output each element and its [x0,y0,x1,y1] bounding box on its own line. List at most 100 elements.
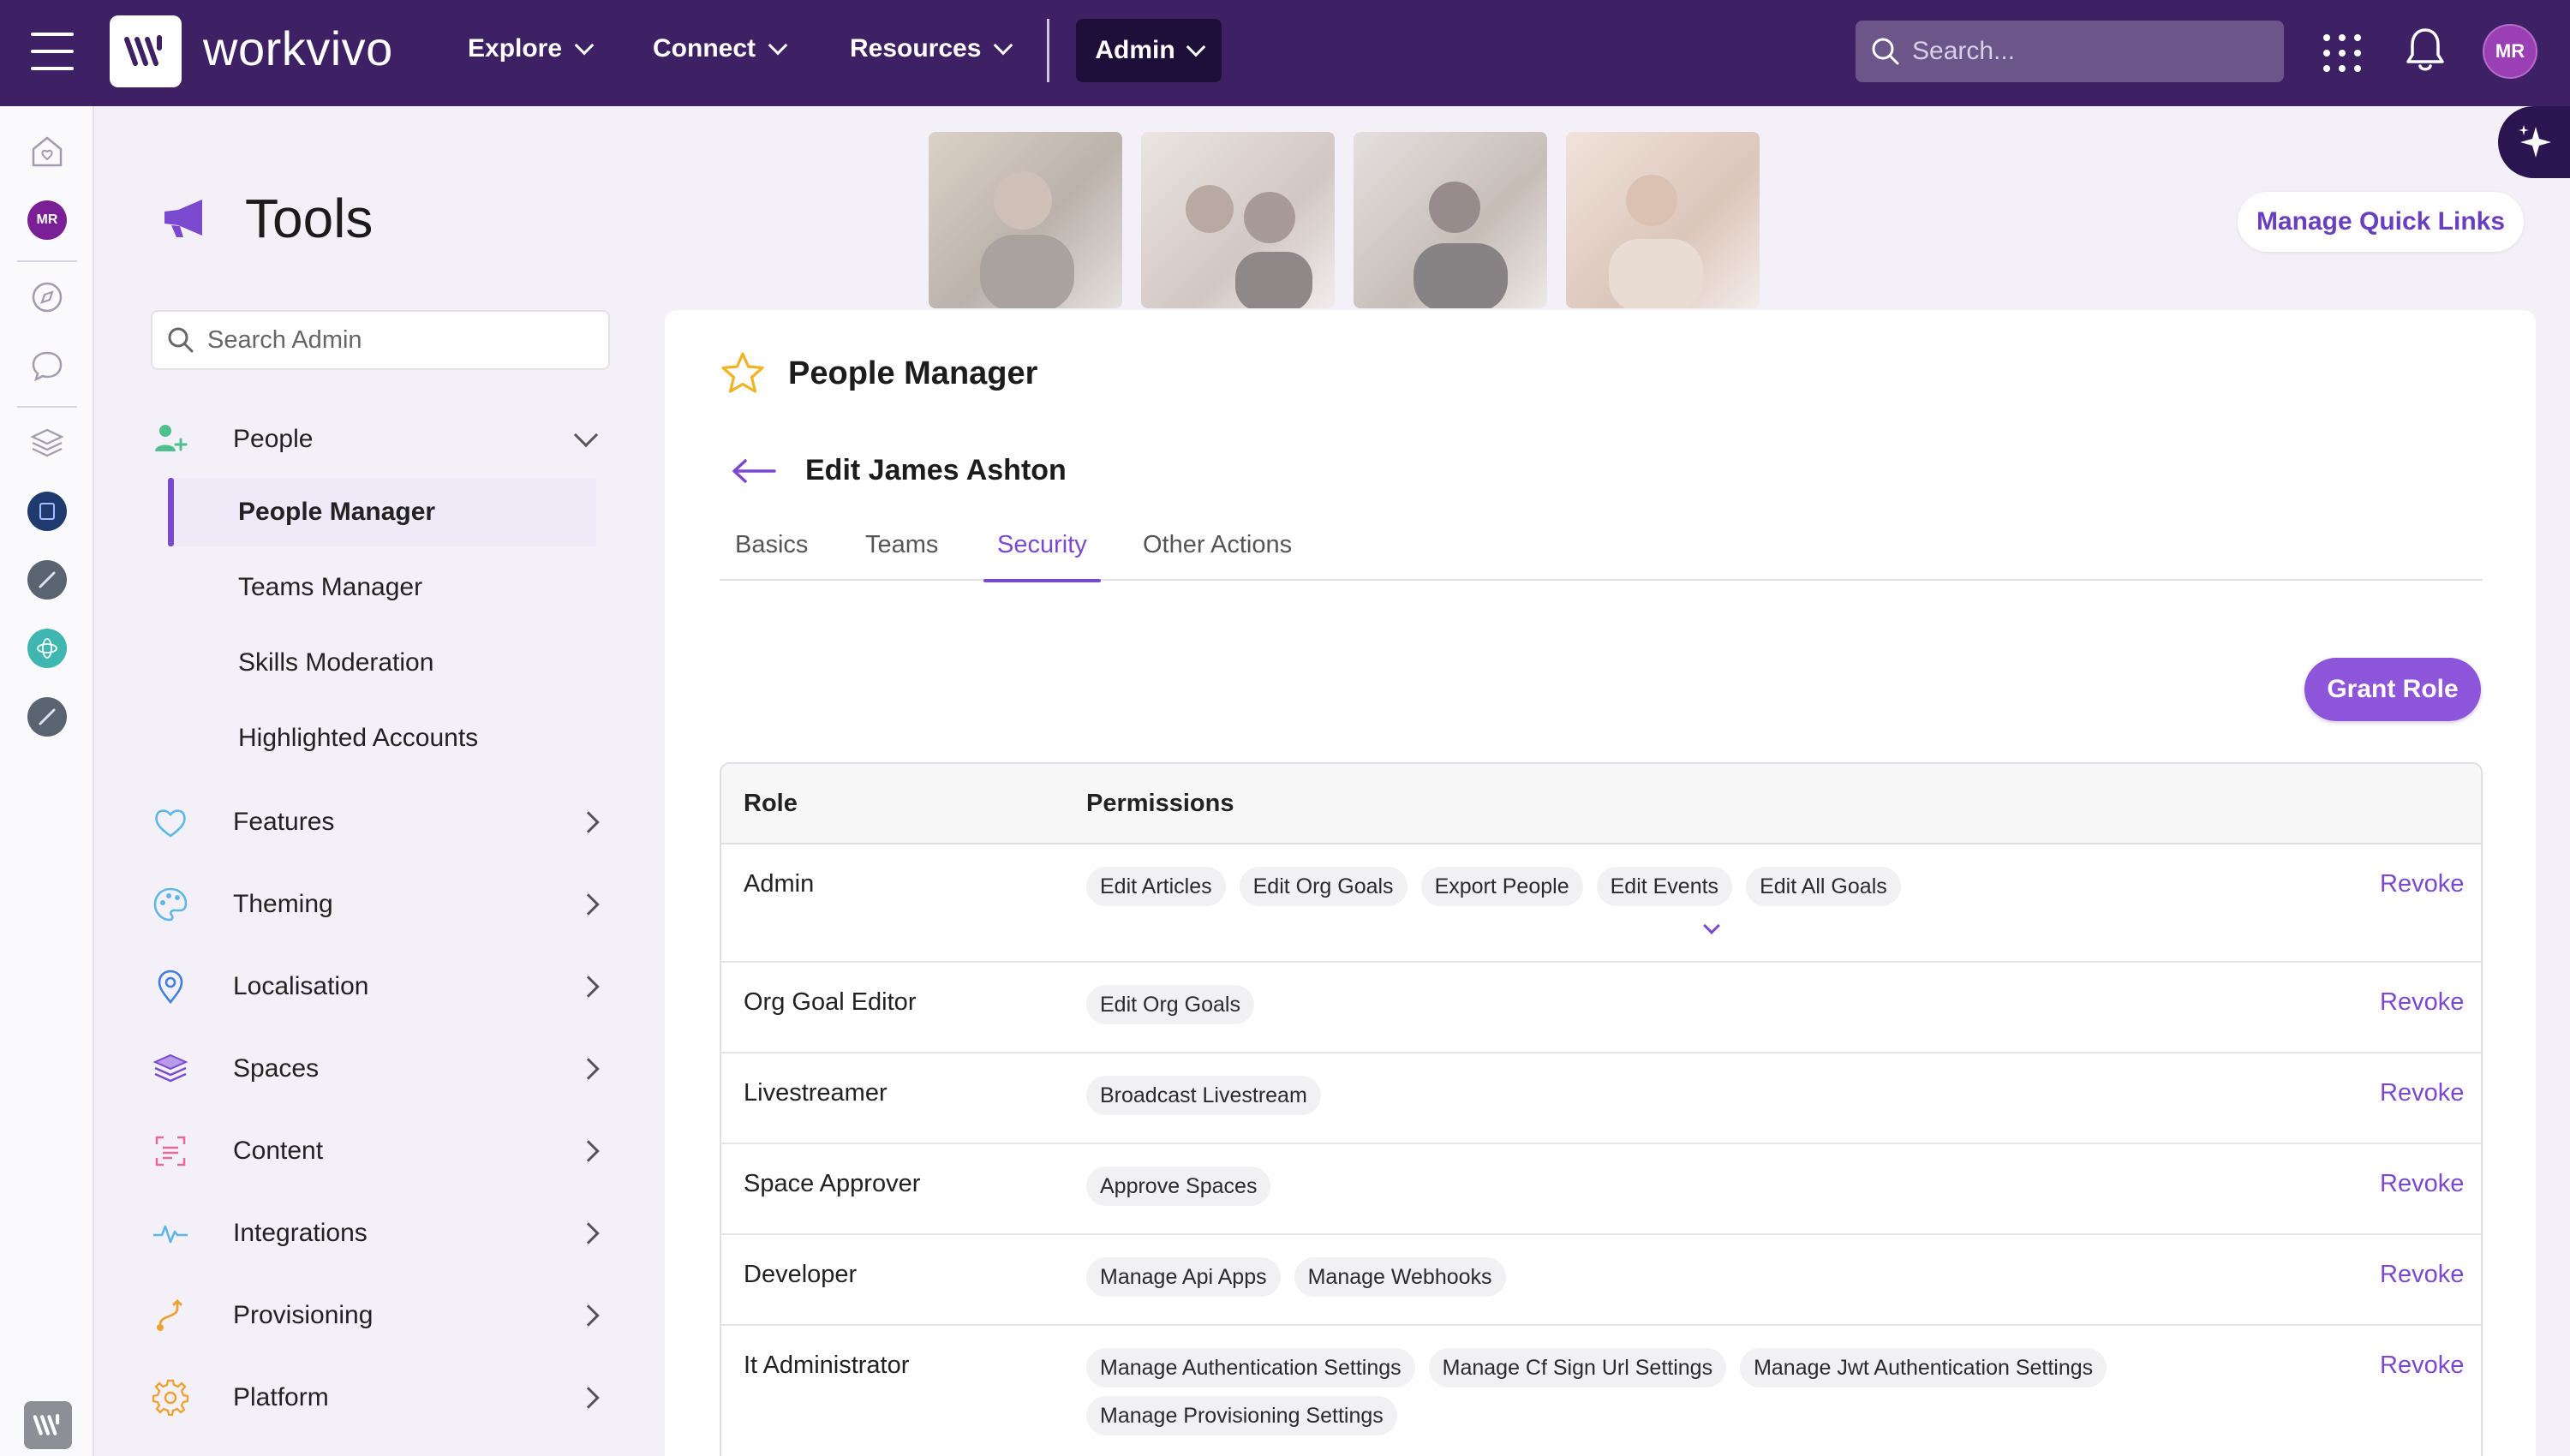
layers-icon [151,1049,190,1089]
sidebar-section-features[interactable]: Features [151,792,613,852]
compass-icon[interactable] [27,277,67,317]
hamburger-menu-icon[interactable] [31,33,74,70]
role-name: It Administrator [744,1352,910,1379]
notification-bell-icon[interactable] [2404,26,2447,78]
sidebar-item-people-manager[interactable]: People Manager [168,478,596,546]
pulse-icon [151,1214,190,1253]
brand-name: workvivo [203,21,393,75]
admin-search-input[interactable] [207,325,584,355]
chevron-right-icon [577,1140,600,1162]
back-arrow-icon[interactable] [732,458,776,484]
sidebar-section-integrations[interactable]: Integrations [151,1203,613,1263]
chevron-down-icon [768,35,788,56]
apps-grid-icon[interactable] [2323,34,2361,72]
table-row: Space Approver Approve Spaces Revoke [721,1144,2481,1235]
permission-chip: Manage Jwt Authentication Settings [1740,1348,2107,1387]
workvivo-logo[interactable] [110,15,182,87]
sidebar-section-provisioning[interactable]: Provisioning [151,1286,613,1346]
rail-avatar[interactable]: MR [27,200,67,240]
sidebar-section-label: People [233,425,314,453]
tab-teams[interactable]: Teams [865,526,938,581]
revoke-link[interactable]: Revoke [2380,1261,2464,1289]
admin-search[interactable] [151,310,610,370]
content-scan-icon [151,1131,190,1171]
nav-admin-button[interactable]: Admin [1076,19,1222,82]
chat-bubble-icon[interactable] [27,346,67,385]
nav-connect[interactable]: Connect [653,34,788,63]
permission-chip: Edit All Goals [1746,867,1901,906]
expand-permissions-chevron-icon[interactable] [1703,917,1720,934]
revoke-link[interactable]: Revoke [2380,988,2464,1017]
nav-explore-label: Explore [468,34,563,63]
column-header-role: Role [744,790,798,817]
workvivo-rail-logo[interactable] [24,1401,72,1449]
layers-icon[interactable] [27,423,67,462]
role-name: Livestreamer [744,1079,888,1107]
sidebar-section-label: Features [233,808,335,836]
sidebar-section-label: Spaces [233,1054,320,1083]
header-photo [929,132,1122,308]
sidebar-section-localisation[interactable]: Localisation [151,957,613,1017]
left-rail: MR [0,106,94,1456]
permission-chip: Manage Provisioning Settings [1086,1396,1397,1435]
manage-quick-links-button[interactable]: Manage Quick Links [2238,192,2524,252]
permission-chip: Approve Spaces [1086,1167,1271,1206]
rail-divider [17,260,77,262]
space-avatar-icon[interactable] [27,492,67,531]
role-name: Developer [744,1261,858,1288]
user-avatar[interactable]: MR [2483,24,2537,79]
edit-user-title: Edit James Ashton [805,454,1067,486]
table-row: Org Goal Editor Edit Org Goals Revoke [721,963,2481,1053]
table-row: Admin Edit Articles Edit Org Goals Expor… [721,844,2481,963]
table-row: Developer Manage Api Apps Manage Webhook… [721,1235,2481,1326]
nav-divider [1047,19,1049,82]
star-icon[interactable] [720,351,766,396]
role-name: Space Approver [744,1170,921,1197]
atom-space-icon[interactable] [27,629,67,668]
sidebar-section-content[interactable]: Content [151,1121,613,1181]
roles-table: Role Permissions Admin Edit Articles Edi… [720,762,2483,1456]
revoke-link[interactable]: Revoke [2380,1170,2464,1198]
nav-resources-label: Resources [850,34,982,63]
global-search-input[interactable] [1912,37,2272,66]
sidebar-section-spaces[interactable]: Spaces [151,1039,613,1099]
global-search[interactable] [1856,21,2284,82]
revoke-link[interactable]: Revoke [2380,1352,2464,1380]
permission-chip: Edit Events [1596,867,1733,906]
permission-chip: Edit Articles [1086,867,1226,906]
megaphone-icon [164,200,202,237]
sidebar-section-people[interactable]: People [151,409,613,469]
person-add-icon [151,420,190,459]
permission-list: Manage Authentication Settings Manage Cf… [1086,1348,2243,1435]
ai-sparkle-icon[interactable] [2498,106,2570,178]
home-heart-icon[interactable] [27,132,67,171]
tab-bar: Basics Teams Security Other Actions [720,526,2483,582]
table-header: Role Permissions [721,764,2481,844]
nav-explore[interactable]: Explore [468,34,595,63]
chevron-right-icon [577,976,600,998]
tab-basics[interactable]: Basics [735,526,808,581]
revoke-link[interactable]: Revoke [2380,1079,2464,1107]
permission-list: Edit Articles Edit Org Goals Export Peop… [1086,867,2243,906]
revoke-link[interactable]: Revoke [2380,870,2464,898]
search-icon [1872,38,1899,65]
chevron-down-icon [994,35,1013,56]
header-photo [1354,132,1547,308]
nav-connect-label: Connect [653,34,756,63]
grant-role-button[interactable]: Grant Role [2304,658,2481,721]
sidebar-item-skills-moderation[interactable]: Skills Moderation [168,629,596,697]
tab-security[interactable]: Security [983,526,1101,582]
nav-resources[interactable]: Resources [850,34,1013,63]
sidebar-section-platform[interactable]: Platform [151,1368,613,1428]
permission-list: Approve Spaces [1086,1167,2243,1206]
sidebar-item-teams-manager[interactable]: Teams Manager [168,553,596,622]
sidebar-item-highlighted-accounts[interactable]: Highlighted Accounts [168,704,596,773]
tab-other-actions[interactable]: Other Actions [1143,526,1292,581]
tool-space-icon-2[interactable] [27,697,67,737]
sidebar-section-theming[interactable]: Theming [151,874,613,934]
chevron-down-icon [573,422,599,448]
search-icon [168,327,194,353]
chevron-right-icon [577,1222,600,1244]
tool-space-icon[interactable] [27,560,67,600]
permission-chip: Broadcast Livestream [1086,1076,1321,1115]
